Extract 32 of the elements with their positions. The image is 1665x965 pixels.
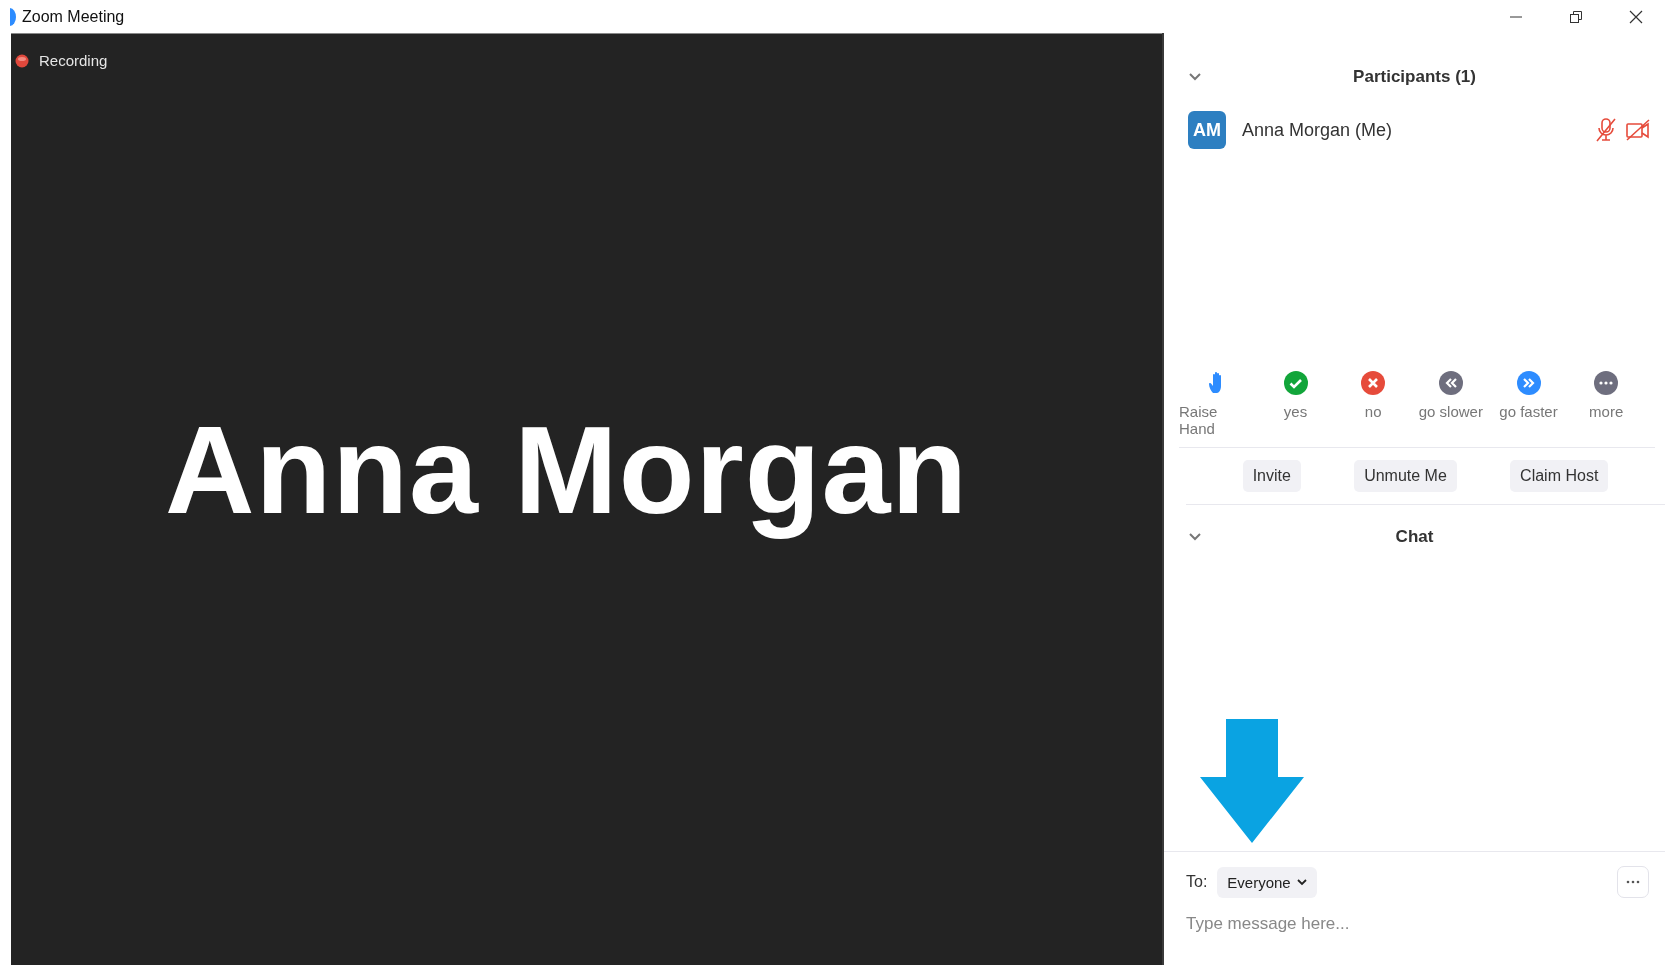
double-left-chevron-icon[interactable] xyxy=(1438,371,1463,395)
recording-label: Recording xyxy=(39,52,108,69)
to-label: To: xyxy=(1186,873,1208,891)
reaction-label[interactable]: go faster xyxy=(1499,403,1558,420)
reaction-label[interactable]: more xyxy=(1589,403,1624,420)
reaction-label[interactable]: no xyxy=(1364,403,1382,420)
muted-microphone-icon[interactable] xyxy=(1595,117,1617,143)
double-right-chevron-icon[interactable] xyxy=(1516,371,1541,395)
app-icon xyxy=(10,7,16,26)
video-off-icon[interactable] xyxy=(1625,119,1651,141)
panel-button[interactable]: Invite xyxy=(1242,460,1301,492)
close-icon[interactable] xyxy=(1629,9,1643,24)
restore-icon[interactable] xyxy=(1569,9,1583,24)
reaction-label[interactable]: go slower xyxy=(1418,403,1483,420)
participant-name: Anna Morgan (Me) xyxy=(1242,119,1394,141)
recipient-dropdown[interactable]: Everyone xyxy=(1217,866,1317,898)
section-title: Chat xyxy=(1394,527,1435,547)
more-icon xyxy=(1626,880,1640,884)
window-title: Zoom Meeting xyxy=(22,7,125,26)
panel-button[interactable]: Unmute Me xyxy=(1354,460,1457,492)
participant-name: Anna Morgan xyxy=(163,400,970,541)
checkmark-icon[interactable] xyxy=(1283,371,1308,395)
reaction-label[interactable]: Raise Hand xyxy=(1179,403,1257,437)
chevron-icon[interactable] xyxy=(1188,532,1202,542)
more-icon[interactable] xyxy=(1594,371,1619,395)
cross-icon[interactable] xyxy=(1361,371,1386,395)
caret-icon xyxy=(1296,878,1307,886)
section-title: Participants (1) xyxy=(1352,67,1477,87)
chevron-icon[interactable] xyxy=(1188,72,1202,82)
panel-button[interactable]: Claim Host xyxy=(1510,460,1609,492)
reaction-label[interactable]: yes xyxy=(1283,403,1308,420)
avatar: AM xyxy=(1188,111,1226,149)
